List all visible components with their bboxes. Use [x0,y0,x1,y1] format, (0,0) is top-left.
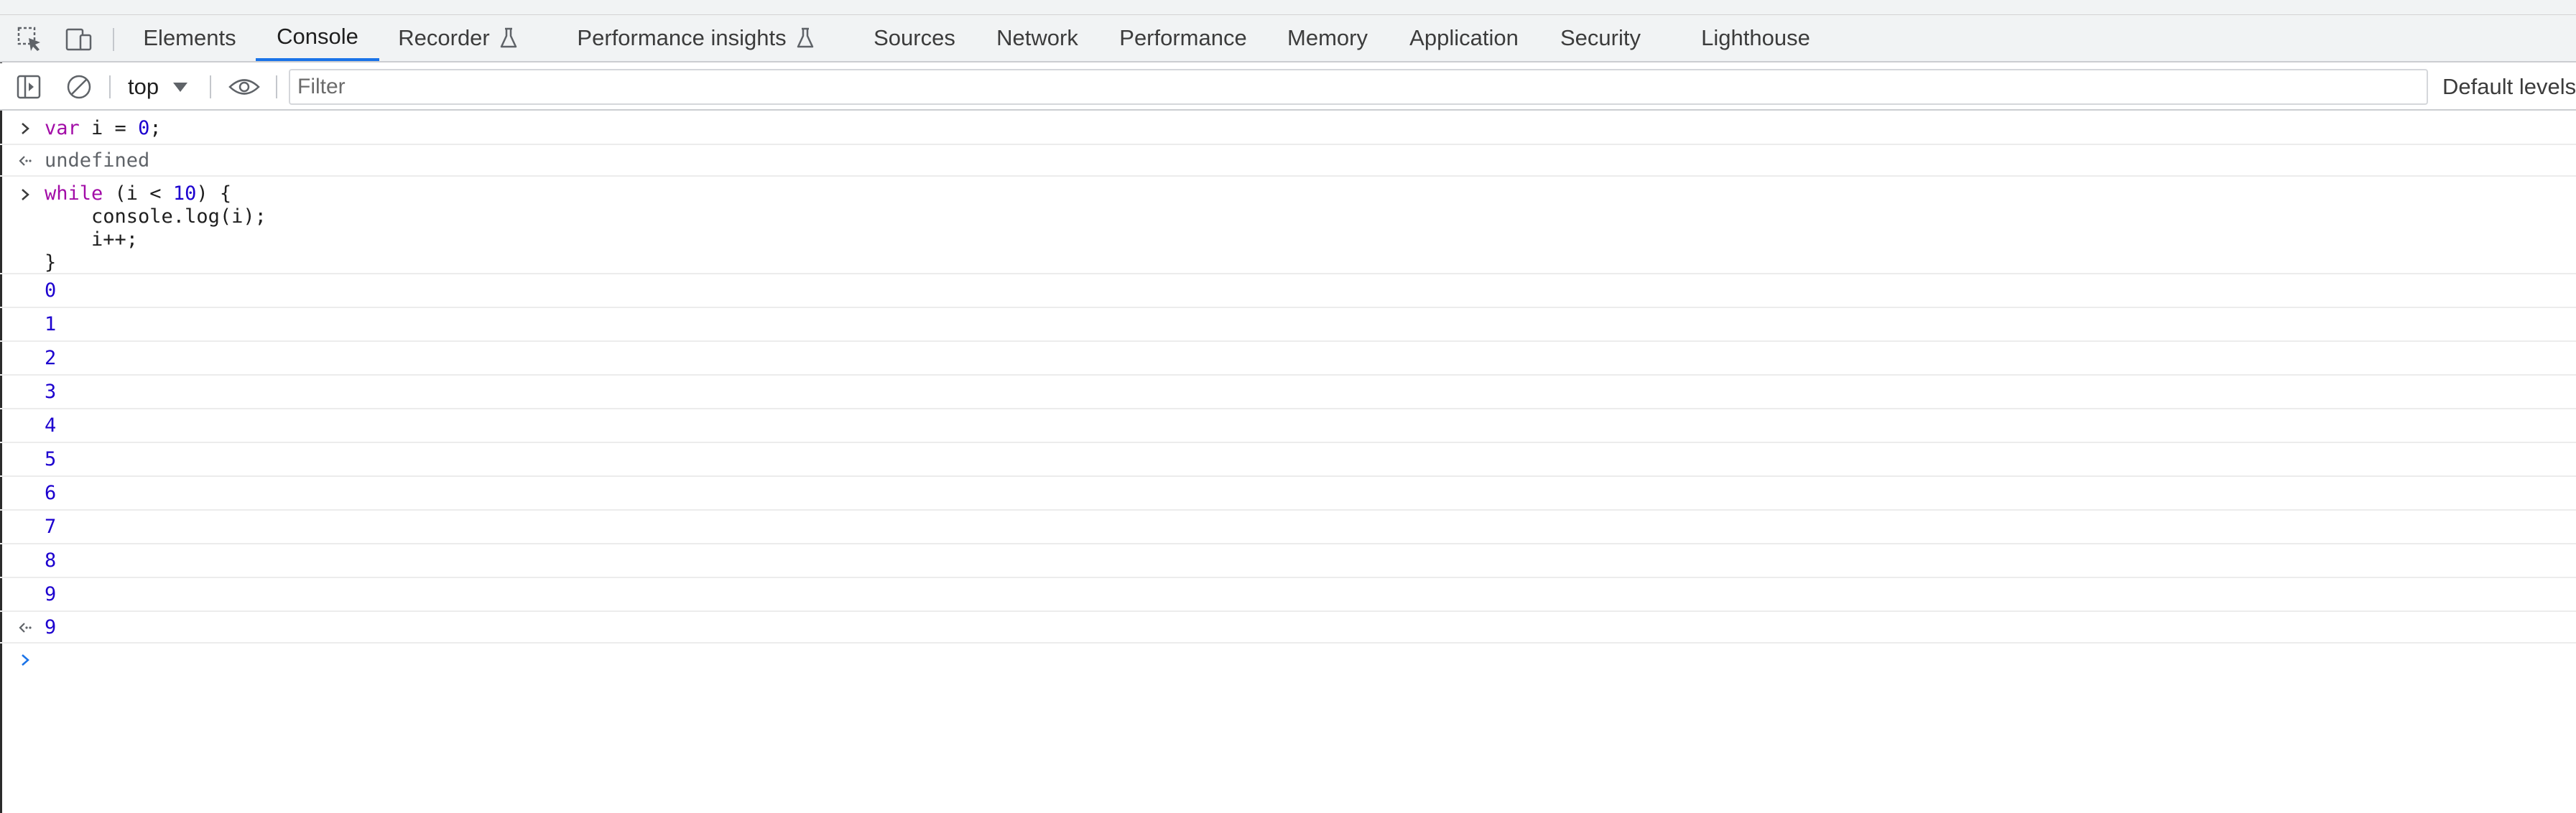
tab-memory[interactable]: Memory [1276,15,1379,61]
console-log-row: 6 [0,477,2576,511]
console-log-row: 8 [0,544,2576,578]
tab-network[interactable]: Network [986,15,1089,61]
console-log-value: 6 [45,482,57,504]
prompt-chevron-icon [16,649,34,671]
tab-performance-insights[interactable]: Performance insights [572,15,820,61]
tab-security-label: Security [1560,25,1641,50]
tab-recorder-label: Recorder [398,25,490,50]
console-log-value: 8 [45,549,57,572]
clear-console-icon[interactable] [63,71,95,103]
context-selector-label: top [128,74,159,99]
tab-elements[interactable]: Elements [135,15,244,61]
tab-performance-insights-label: Performance insights [577,25,787,50]
filter-input[interactable] [289,69,2428,105]
eye-icon[interactable] [227,71,261,103]
tab-elements-label: Elements [143,25,236,50]
console-log-row: 0 [0,274,2576,308]
toolbar-divider [276,75,277,98]
console-input-code-line: } [45,251,57,274]
console-log-row: 2 [0,342,2576,376]
sidebar-toggle-icon[interactable] [13,71,45,103]
tab-network-label: Network [996,25,1078,50]
console-log-row: 5 [0,443,2576,477]
console-input-code-line: console.log(i); [45,205,267,228]
tab-sources-label: Sources [874,25,955,50]
caret-down-icon [173,82,188,92]
console-input-code-line: while (i < 10) { [45,182,232,205]
console-log-value: 0 [45,279,57,302]
console-result-row: 9 [0,612,2576,644]
console-log-value: 2 [45,347,57,369]
console-log-value: 9 [45,583,57,605]
console-result-row: undefined [0,145,2576,177]
tab-performance[interactable]: Performance [1108,15,1259,61]
console-log-value: 1 [45,313,57,335]
tab-memory-label: Memory [1287,25,1368,50]
console-log-row: 1 [0,308,2576,342]
toolbar-divider [210,75,211,98]
inspect-element-icon[interactable] [14,24,46,55]
console-log-value: 7 [45,516,57,538]
flask-icon [795,27,815,50]
tab-lighthouse[interactable]: Lighthouse [1691,15,1820,61]
console-toolbar: top Default levels [0,63,2576,111]
context-selector[interactable]: top [128,71,188,103]
console-input-code: var i = 0; [45,117,162,139]
device-toolbar-icon[interactable] [63,24,95,55]
tab-application[interactable]: Application [1398,15,1530,61]
console-input-row: var i = 0; [0,112,2576,145]
console-result-value: undefined [45,149,150,172]
console-log-row: 9 [0,578,2576,612]
console-messages[interactable]: var i = 0; undefined while (i < 10) { co… [0,112,2576,678]
devtools-tab-bar: Elements Console Recorder Performance in… [0,15,2576,62]
console-log-row: 7 [0,511,2576,544]
tab-sources[interactable]: Sources [861,15,968,61]
console-log-row: 3 [0,376,2576,409]
console-log-value: 5 [45,448,57,470]
tab-lighthouse-label: Lighthouse [1701,25,1810,50]
console-result-value: 9 [45,616,57,638]
result-arrow-icon [16,150,34,172]
tab-recorder[interactable]: Recorder [394,15,523,61]
tab-performance-label: Performance [1119,25,1247,50]
toolbar-divider [109,75,111,98]
log-levels-label: Default levels [2442,74,2576,99]
tab-console-label: Console [277,24,358,49]
flask-icon [499,27,519,50]
console-input-code-line: i++; [45,228,139,251]
console-input-row: while (i < 10) { console.log(i); i++; } [0,177,2576,274]
console-log-value: 3 [45,381,57,403]
tab-security[interactable]: Security [1552,15,1649,61]
result-arrow-icon [16,617,34,638]
console-log-row: 4 [0,409,2576,443]
devtools-top-strip [0,0,2576,15]
tab-application-label: Application [1409,25,1519,50]
input-chevron-icon [16,118,34,139]
console-prompt[interactable] [0,644,2576,678]
input-chevron-icon [16,184,34,205]
tab-console[interactable]: Console [256,15,379,61]
tab-bar-divider [113,28,114,51]
console-log-value: 4 [45,414,57,437]
log-levels-dropdown[interactable]: Default levels [2442,71,2576,103]
